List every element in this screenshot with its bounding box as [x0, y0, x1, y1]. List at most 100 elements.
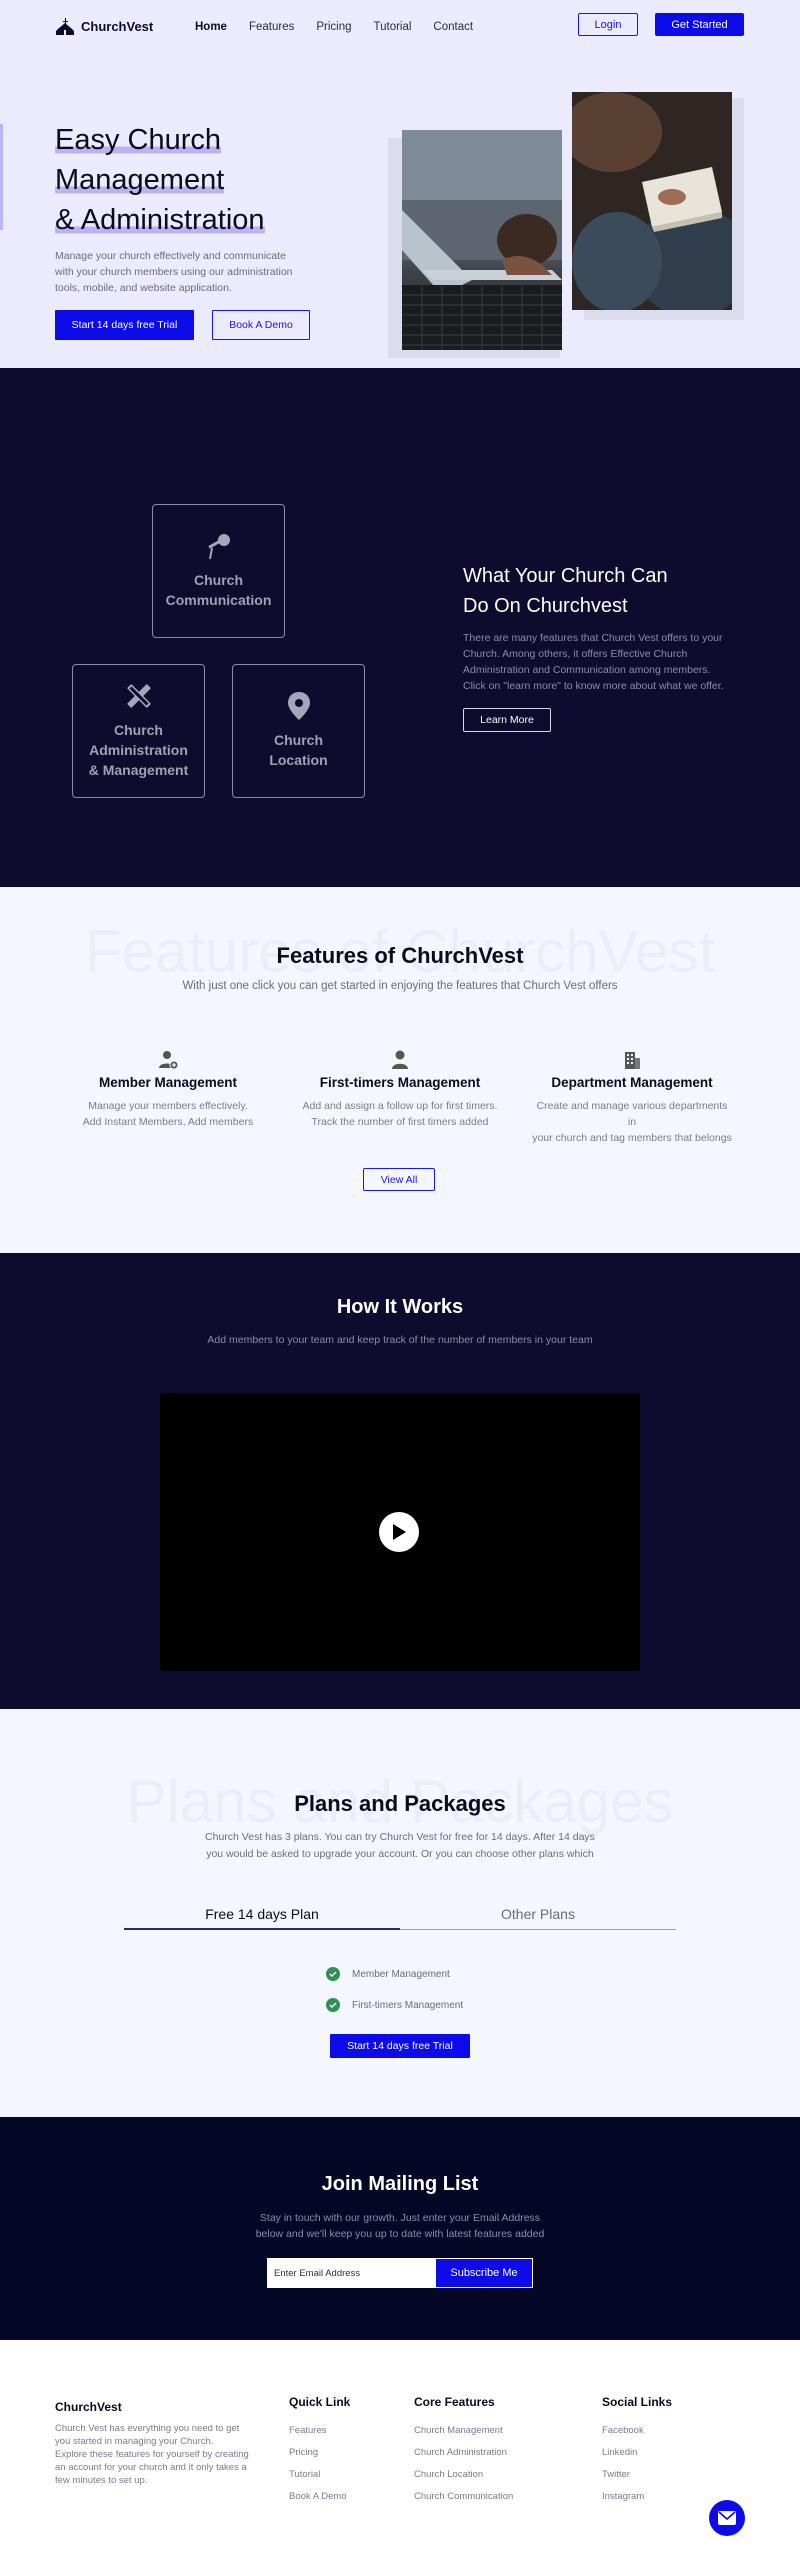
mailing-description-line: below and we'll keep you up to date with… — [255, 2228, 545, 2240]
capability-card-location[interactable]: Church Location — [232, 664, 365, 798]
how-it-works-section: How It Works Add members to your team an… — [0, 1253, 800, 1709]
footer-link[interactable]: Book A Demo — [289, 2491, 350, 2502]
video-player[interactable] — [160, 1393, 640, 1671]
footer-link[interactable]: Church Management — [414, 2425, 513, 2436]
features-section: Features of ChurchVest Features of Churc… — [0, 887, 800, 1253]
footer-quick-links: Quick Link Features Pricing Tutorial Boo… — [289, 2395, 350, 2513]
how-subtitle: Add members to your team and keep track … — [207, 1334, 593, 1346]
hero-title: Easy Church Management & Administration — [55, 120, 265, 240]
footer-link-facebook[interactable]: Facebook — [602, 2425, 672, 2436]
hero-title-line-1: Easy Church — [55, 124, 222, 156]
capability-card-communication[interactable]: Church Communication — [152, 504, 285, 638]
main-nav: Home Features Pricing Tutorial Contact — [195, 21, 473, 33]
how-title: How It Works — [336, 1296, 464, 1318]
plan-feature-item: Member Management — [326, 1967, 450, 1981]
capability-title-line: Administration — [89, 742, 188, 758]
footer-link[interactable]: Church Administration — [414, 2447, 513, 2458]
feature-title: Member Management — [98, 1075, 238, 1090]
footer-description: Church Vest has everything you need to g… — [55, 2422, 255, 2487]
play-button[interactable] — [379, 1512, 419, 1552]
user-add-icon — [159, 1051, 178, 1070]
capabilities-title-line: Do On Churchvest — [463, 595, 628, 617]
plan-feature-label: First-timers Management — [352, 1999, 464, 2011]
plan-feature-item: First-timers Management — [326, 1998, 463, 2012]
footer-link[interactable]: Church Location — [414, 2469, 513, 2480]
nav-pricing[interactable]: Pricing — [316, 21, 351, 33]
church-logo-icon — [56, 18, 74, 35]
plan-feature-label: Member Management — [352, 1968, 450, 1980]
nav-home[interactable]: Home — [195, 21, 227, 33]
view-all-button[interactable]: View All — [363, 1168, 435, 1191]
mailing-title: Join Mailing List — [321, 2173, 479, 2195]
pencil-ruler-icon — [126, 684, 151, 708]
feature-member-management: Member Management Manage your members ef… — [68, 1050, 268, 1130]
capability-title: Church Location — [269, 730, 327, 770]
learn-more-button[interactable]: Learn More — [463, 708, 551, 732]
hero-title-line-2: Management — [55, 164, 225, 196]
check-icon — [326, 1967, 340, 1981]
feature-description: Create and manage various departments in… — [532, 1098, 732, 1146]
capability-title-line: Communication — [165, 592, 272, 608]
notebook-photo — [572, 92, 732, 310]
building-icon — [625, 1052, 640, 1069]
feature-description-line: Create and manage various departments in — [536, 1100, 728, 1128]
capability-card-administration[interactable]: Church Administration & Management — [72, 664, 205, 798]
brand-name: ChurchVest — [81, 19, 154, 34]
footer-description-line: an account for your church and it only t… — [55, 2462, 247, 2473]
plans-section: Plans and Packages Plans and Packages Ch… — [0, 1709, 800, 2117]
capabilities-title: What Your Church Can Do On Churchvest — [463, 561, 723, 621]
footer-column-title: Social Links — [602, 2395, 673, 2409]
tab-free-plan[interactable]: Free 14 days Plan — [124, 1906, 400, 1930]
footer-description-line: you started in managing your Church. — [55, 2436, 214, 2447]
microphone-icon — [207, 534, 230, 560]
footer-link[interactable]: Tutorial — [289, 2469, 350, 2480]
footer-link-twitter[interactable]: Twitter — [602, 2469, 672, 2480]
start-trial-button[interactable]: Start 14 days free Trial — [55, 310, 194, 340]
logo[interactable]: ChurchVest — [55, 18, 153, 35]
feature-title: First-timers Management — [319, 1075, 481, 1090]
book-demo-button[interactable]: Book A Demo — [212, 310, 310, 340]
footer-link-linkedin[interactable]: Linkedin — [602, 2447, 672, 2458]
mailing-list-section: Join Mailing List Stay in touch with our… — [0, 2117, 800, 2340]
check-icon — [326, 1998, 340, 2012]
location-pin-icon — [287, 692, 310, 720]
nav-tutorial[interactable]: Tutorial — [374, 21, 412, 33]
footer-link[interactable]: Pricing — [289, 2447, 350, 2458]
footer-description-line: Church Vest has everything you need to g… — [55, 2423, 240, 2434]
nav-features[interactable]: Features — [249, 21, 294, 33]
footer-column-title: Quick Link — [289, 2395, 351, 2409]
plan-tabs: Free 14 days Plan Other Plans — [124, 1906, 676, 1930]
plans-title: Plans and Packages — [294, 1791, 506, 1816]
capability-title-line: Church — [113, 722, 163, 738]
footer-link[interactable]: Church Communication — [414, 2491, 513, 2502]
feature-description-line: your church and tag members that belongs — [532, 1132, 732, 1144]
tab-other-plans[interactable]: Other Plans — [400, 1906, 676, 1930]
capability-title: Church Administration & Management — [89, 720, 189, 780]
footer: ChurchVest Church Vest has everything yo… — [0, 2340, 800, 2553]
footer-core-features: Core Features Church Management Church A… — [414, 2395, 513, 2513]
email-input[interactable]: Enter Email Address — [267, 2258, 435, 2288]
plan-trial-button[interactable]: Start 14 days free Trial — [330, 2034, 470, 2058]
footer-description-line: few minutes to set up. — [55, 2475, 148, 2486]
hero-accent-bar — [0, 124, 3, 230]
footer-link-instagram[interactable]: Instagram — [602, 2491, 672, 2502]
hero-description: Manage your church effectively and commu… — [55, 250, 293, 294]
plans-description: Church Vest has 3 plans. You can try Chu… — [0, 1829, 800, 1863]
user-icon — [392, 1050, 408, 1069]
mailing-description-line: Stay in touch with our growth. Just ente… — [259, 2212, 541, 2224]
get-started-button[interactable]: Get Started — [655, 13, 744, 36]
capabilities-title-line: What Your Church Can — [463, 565, 668, 587]
feature-department-management: Department Management Create and manage … — [532, 1050, 732, 1146]
footer-link[interactable]: Features — [289, 2425, 350, 2436]
feature-description-line: Track the number of first timers added — [311, 1116, 489, 1128]
login-button[interactable]: Login — [578, 13, 638, 36]
chat-button[interactable] — [709, 2500, 745, 2536]
capabilities-description: There are many features that Church Vest… — [463, 632, 724, 692]
feature-description: Manage your members effectively. Add Ins… — [68, 1098, 268, 1130]
mail-icon — [718, 2511, 736, 2525]
subscribe-button[interactable]: Subscribe Me — [435, 2258, 533, 2288]
nav-contact[interactable]: Contact — [433, 21, 473, 33]
play-icon — [393, 1524, 406, 1540]
feature-description: Add and assign a follow up for first tim… — [300, 1098, 500, 1130]
feature-description-line: Add and assign a follow up for first tim… — [302, 1100, 498, 1112]
